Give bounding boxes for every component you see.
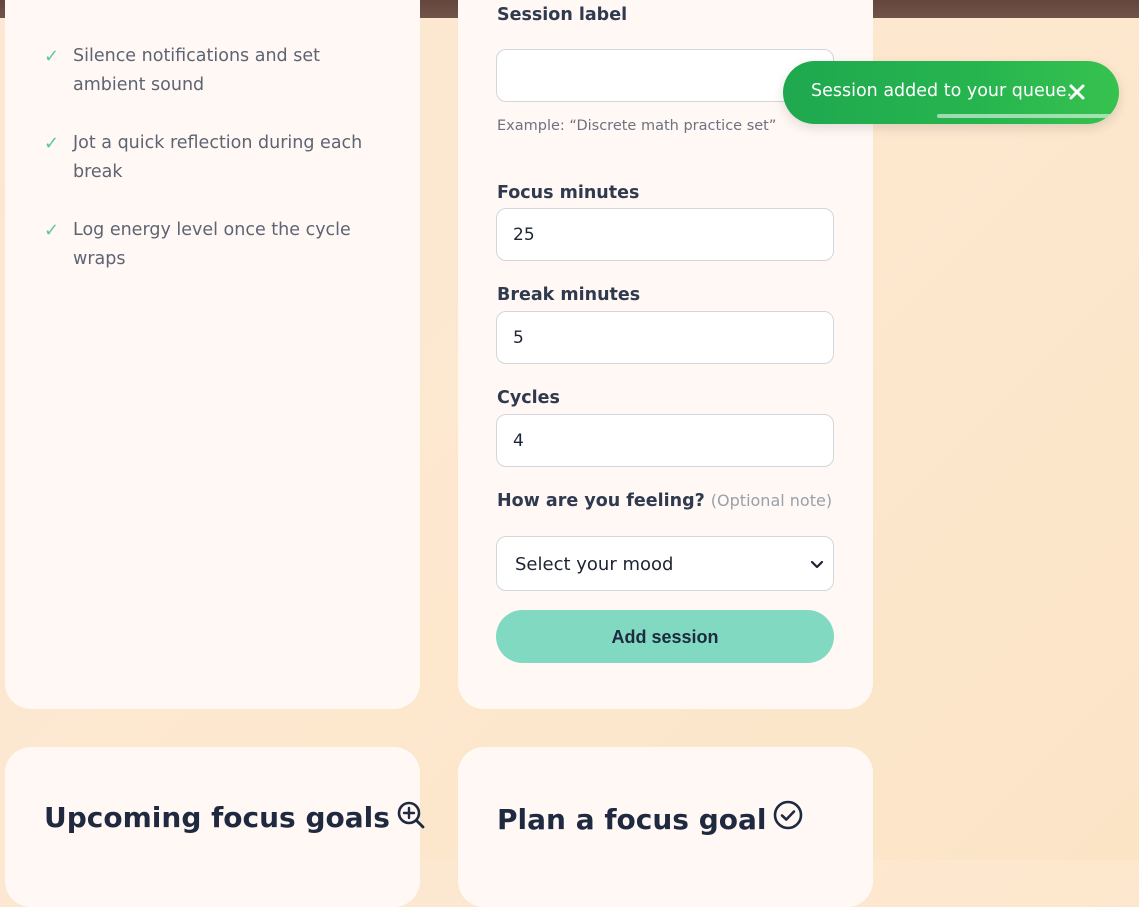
mood-label: How are you feeling? (Optional note) [497, 491, 832, 511]
ritual-checklist: ✓ Silence notifications and set ambient … [44, 42, 394, 303]
mood-select[interactable]: Select your mood [496, 536, 834, 591]
session-label-hint: Example: “Discrete math practice set” [497, 118, 777, 134]
mood-select-value: Select your mood [515, 554, 674, 575]
checklist-item: ✓ Log energy level once the cycle wraps [44, 216, 394, 274]
mood-label-text: How are you feeling? [497, 491, 705, 511]
checklist-item-text: Silence notifications and set ambient so… [73, 46, 320, 95]
break-minutes-label: Break minutes [497, 285, 641, 305]
checklist-item-text: Log energy level once the cycle wraps [73, 220, 351, 269]
plan-goal-heading: Plan a focus goal [497, 800, 804, 836]
plan-goal-title: Plan a focus goal [497, 803, 767, 836]
check-icon: ✓ [44, 46, 60, 67]
checklist-item: ✓ Jot a quick reflection during each bre… [44, 129, 394, 187]
upcoming-goals-title: Upcoming focus goals [44, 801, 390, 834]
toast-progress-bar [937, 114, 1112, 118]
chevron-down-icon [810, 560, 824, 569]
cycles-label: Cycles [497, 388, 560, 408]
zoom-in-icon[interactable] [396, 800, 426, 830]
toast-message: Session added to your queue. [811, 81, 1073, 101]
focus-minutes-input[interactable] [496, 208, 834, 261]
checklist-item: ✓ Silence notifications and set ambient … [44, 42, 394, 100]
success-toast: Session added to your queue. [783, 61, 1119, 124]
close-icon[interactable] [1067, 82, 1087, 102]
checklist-item-text: Jot a quick reflection during each break [73, 133, 363, 182]
break-minutes-input[interactable] [496, 311, 834, 364]
check-icon: ✓ [44, 133, 60, 154]
check-circle-icon [774, 800, 803, 830]
check-icon: ✓ [44, 220, 60, 241]
add-session-button[interactable]: Add session [496, 610, 834, 663]
cycles-input[interactable] [496, 414, 834, 467]
upcoming-goals-heading: Upcoming focus goals [44, 800, 426, 834]
optional-note: (Optional note) [710, 491, 833, 510]
focus-minutes-label: Focus minutes [497, 183, 640, 203]
session-label-label: Session label [497, 5, 628, 25]
